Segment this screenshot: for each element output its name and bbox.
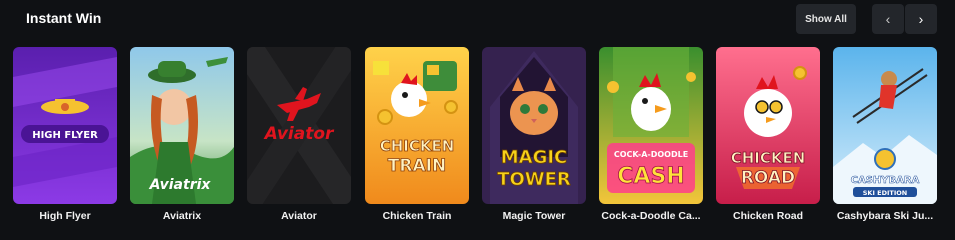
game-thumbnail[interactable]: COCK-A-DOODLE CASH: [599, 47, 703, 204]
section-title: Instant Win: [26, 10, 102, 26]
game-card-aviatrix[interactable]: Aviatrix Aviatrix: [130, 47, 234, 227]
high-flyer-artwork: HIGH FLYER: [13, 47, 117, 204]
game-logo-line2: TRAIN: [388, 156, 446, 176]
cock-a-doodle-cash-artwork: COCK-A-DOODLE CASH: [599, 47, 703, 204]
game-card-high-flyer[interactable]: HIGH FLYER High Flyer: [13, 47, 117, 227]
game-thumbnail[interactable]: Aviatrix: [130, 47, 234, 204]
game-logo-line1: COCK-A-DOODLE: [614, 150, 688, 159]
game-logo-line2: TOWER: [497, 169, 571, 190]
game-name[interactable]: High Flyer: [7, 210, 123, 222]
chicken-road-artwork: CHICKEN ROAD: [716, 47, 820, 204]
section-header: Instant Win Show All ‹ ›: [0, 0, 955, 40]
chevron-left-icon[interactable]: ‹: [872, 4, 904, 34]
game-logo-line2: ROAD: [741, 168, 795, 188]
show-all-button[interactable]: Show All: [796, 4, 856, 34]
aviator-artwork: Aviator: [247, 47, 351, 204]
game-logo-line1: CHICKEN: [731, 149, 806, 167]
game-card-cock-a-doodle-cash[interactable]: COCK-A-DOODLE CASH Cock-a-Doodle Ca...: [599, 47, 703, 227]
game-name[interactable]: Aviatrix: [124, 210, 240, 222]
game-logo: Aviator: [263, 124, 335, 144]
game-thumbnail[interactable]: CASHYBARA SKI EDITION: [833, 47, 937, 204]
game-card-chicken-road[interactable]: CHICKEN ROAD Chicken Road: [716, 47, 820, 227]
game-card-chicken-train[interactable]: CHICKEN TRAIN Chicken Train: [365, 47, 469, 227]
cashybara-artwork: CASHYBARA SKI EDITION: [833, 47, 937, 204]
game-logo-line2: CASH: [617, 164, 684, 189]
game-logo-line1: CASHYBARA: [851, 175, 920, 186]
chicken-train-artwork: CHICKEN TRAIN: [365, 47, 469, 204]
game-thumbnail[interactable]: HIGH FLYER: [13, 47, 117, 204]
game-name[interactable]: Chicken Train: [359, 210, 475, 222]
game-name[interactable]: Chicken Road: [710, 210, 826, 222]
games-carousel: HIGH FLYER High Flyer Aviatrix Aviatrix …: [0, 47, 955, 237]
game-name[interactable]: Cock-a-Doodle Ca...: [593, 210, 709, 222]
game-name[interactable]: Cashybara Ski Ju...: [827, 210, 943, 222]
magic-tower-artwork: MAGIC TOWER: [482, 47, 586, 204]
game-logo-line1: CHICKEN: [380, 137, 455, 155]
game-logo-line2: SKI EDITION: [863, 189, 907, 197]
chevron-right-icon[interactable]: ›: [905, 4, 937, 34]
game-thumbnail[interactable]: Aviator: [247, 47, 351, 204]
game-thumbnail[interactable]: CHICKEN ROAD: [716, 47, 820, 204]
aviatrix-artwork: Aviatrix: [130, 47, 234, 204]
game-card-cashybara-ski-jump[interactable]: CASHYBARA SKI EDITION Cashybara Ski Ju..…: [833, 47, 937, 227]
game-card-aviator[interactable]: Aviator Aviator: [247, 47, 351, 227]
game-card-magic-tower[interactable]: MAGIC TOWER Magic Tower: [482, 47, 586, 227]
game-thumbnail[interactable]: MAGIC TOWER: [482, 47, 586, 204]
game-name[interactable]: Magic Tower: [476, 210, 592, 222]
game-name[interactable]: Aviator: [241, 210, 357, 222]
game-logo-line1: MAGIC: [501, 147, 568, 168]
game-thumbnail[interactable]: CHICKEN TRAIN: [365, 47, 469, 204]
game-logo: HIGH FLYER: [32, 130, 98, 141]
game-logo: Aviatrix: [149, 177, 212, 193]
